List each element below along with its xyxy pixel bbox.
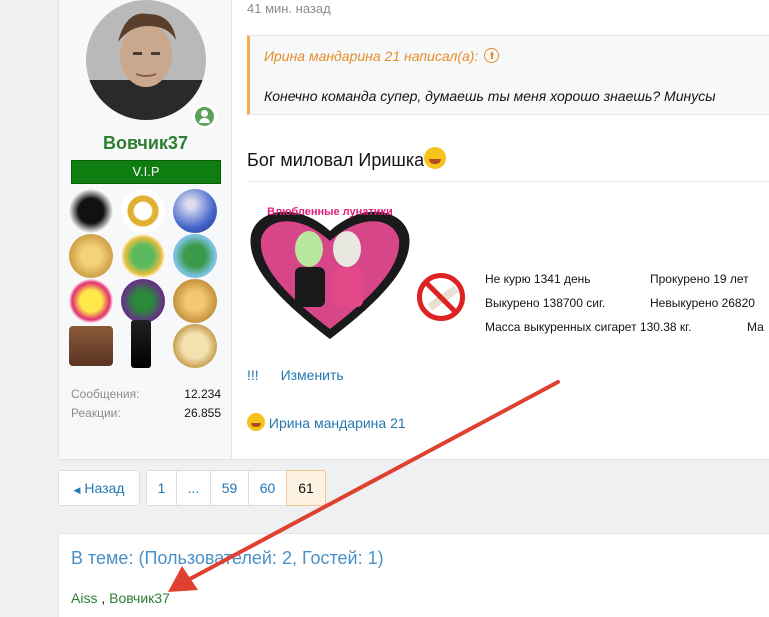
online-user-link[interactable]: Вовчик37 bbox=[109, 590, 170, 606]
user-title-badge: V.I.P bbox=[71, 160, 221, 184]
bang-link[interactable]: !!! bbox=[247, 367, 259, 383]
smoke-stat: Выкурено 138700 сиг. bbox=[485, 296, 606, 310]
stat-value: 12.234 bbox=[184, 387, 221, 401]
dragonfly-trophy-icon[interactable] bbox=[173, 324, 217, 368]
user-avatar[interactable] bbox=[86, 0, 206, 120]
page-current[interactable]: 61 bbox=[286, 470, 326, 506]
laughing-reaction-icon bbox=[247, 413, 265, 431]
signature-image-text: Влюбленные лунатики bbox=[267, 206, 393, 218]
stat-label: Сообщения: bbox=[71, 387, 140, 401]
arrow-up-circle-icon[interactable] bbox=[484, 48, 500, 63]
page-ellipsis[interactable]: ... bbox=[176, 470, 210, 506]
message-text: Бог миловал Иришка bbox=[247, 150, 425, 170]
post-timestamp[interactable]: 41 мин. назад bbox=[247, 1, 331, 16]
smoke-stat: Невыкурено 26820 bbox=[650, 296, 755, 310]
recycle-trophy-icon[interactable] bbox=[121, 279, 165, 323]
smoke-stat: Прокурено 19 лет bbox=[650, 272, 749, 286]
ninety-trophy-icon[interactable] bbox=[173, 234, 217, 278]
stat-messages: Сообщения: 12.234 bbox=[71, 387, 221, 406]
page-link[interactable]: 59 bbox=[210, 470, 248, 506]
pagination-back-button[interactable]: ◀ Назад bbox=[58, 470, 140, 506]
smoke-stat: Ма bbox=[747, 320, 764, 334]
user-stats: Сообщения: 12.234 Реакции: 26.855 bbox=[71, 387, 221, 425]
lollipop-trophy-icon[interactable] bbox=[69, 279, 113, 323]
suitcase-trophy-icon[interactable] bbox=[69, 326, 113, 366]
chevron-trophy-icon[interactable] bbox=[173, 279, 217, 323]
user-separator: , bbox=[101, 590, 106, 606]
message-post: Вовчик37 V.I.P Сообщения: 12.234 Реакции… bbox=[58, 0, 769, 460]
reaction-user[interactable]: Ирина мандарина 21 bbox=[269, 415, 406, 431]
horseshoe-trophy-icon[interactable] bbox=[121, 189, 165, 233]
quote-author[interactable]: Ирина мандарина 21 написал(а): bbox=[264, 48, 500, 64]
stat-reactions: Реакции: 26.855 bbox=[71, 406, 221, 425]
user-info-panel: Вовчик37 V.I.P Сообщения: 12.234 Реакции… bbox=[59, 0, 232, 459]
online-users-block: В теме: (Пользователей: 2, Гостей: 1) Ai… bbox=[58, 533, 769, 617]
laughing-emoji-icon bbox=[424, 147, 447, 169]
chevron-left-icon: ◀ bbox=[73, 485, 81, 495]
signature-image: Влюбленные лунатики bbox=[247, 191, 413, 341]
smoke-stat: Не курю 1341 день bbox=[485, 272, 591, 286]
globe-trophy-icon[interactable] bbox=[121, 234, 165, 278]
post-actions: !!! Изменить bbox=[247, 367, 344, 383]
back-label: Назад bbox=[84, 480, 125, 496]
online-users-list: Aiss , Вовчик37 bbox=[71, 590, 170, 606]
stat-value: 26.855 bbox=[184, 406, 221, 420]
reactions-summary[interactable]: Ирина мандарина 21 bbox=[247, 413, 406, 431]
smoke-stat: Масса выкуренных сигарет 130.38 кг. bbox=[485, 320, 692, 334]
quote-block: Ирина мандарина 21 написал(а): Конечно к… bbox=[247, 35, 769, 115]
splat-trophy-icon[interactable] bbox=[69, 189, 113, 233]
signature-divider bbox=[247, 181, 769, 182]
star-trophy-icon[interactable] bbox=[69, 234, 113, 278]
edit-link[interactable]: Изменить bbox=[281, 367, 344, 383]
disco-ball-trophy-icon[interactable] bbox=[173, 189, 217, 233]
username[interactable]: Вовчик37 bbox=[59, 133, 232, 154]
online-status-icon bbox=[192, 104, 217, 129]
online-user-link[interactable]: Aiss bbox=[71, 590, 97, 606]
no-smoking-icon bbox=[417, 273, 465, 321]
quote-text: Конечно команда супер, думаешь ты меня х… bbox=[264, 88, 716, 104]
page-link[interactable]: 60 bbox=[248, 470, 286, 506]
message-body: Бог миловал Иришка bbox=[247, 147, 447, 171]
quote-author-label: Ирина мандарина 21 написал(а): bbox=[264, 48, 479, 64]
stat-label: Реакции: bbox=[71, 406, 121, 420]
page-link[interactable]: 1 bbox=[146, 470, 176, 506]
online-users-title: В теме: (Пользователей: 2, Гостей: 1) bbox=[71, 548, 384, 568]
silhouette-trophy-icon[interactable] bbox=[131, 320, 151, 368]
